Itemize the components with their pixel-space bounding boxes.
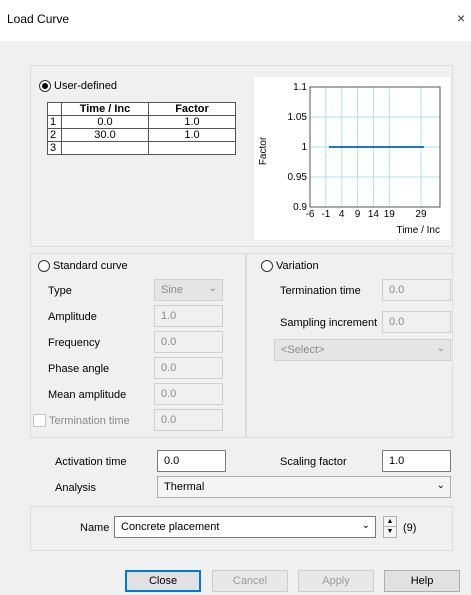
- chevron-down-icon: ⌄: [436, 343, 445, 354]
- load-curve-chart: -6 -1 4 9 14 19 29 0.9 0.95 1 1.05 1.1 Time / Inc F…: [254, 77, 450, 240]
- table-header-factor[interactable]: Factor: [148, 102, 236, 116]
- chevron-down-icon: ⌄: [208, 283, 217, 294]
- frequency-label: Frequency: [48, 337, 100, 349]
- table-cell-factor[interactable]: 1.0: [148, 128, 236, 142]
- name-spinner[interactable]: ▲ ▼: [383, 516, 397, 538]
- termination-label: Termination time: [49, 415, 130, 427]
- y-tick-label: 0.9: [293, 202, 307, 213]
- termination-field[interactable]: 0.0: [154, 409, 223, 431]
- standard-curve-radio[interactable]: [38, 260, 50, 272]
- name-label: Name: [80, 522, 110, 534]
- table-cell-time[interactable]: 0.0: [61, 115, 149, 129]
- table-row[interactable]: 1 0.0 1.0: [47, 115, 236, 129]
- table-header-time[interactable]: Time / Inc: [61, 102, 149, 116]
- scaling-factor-field[interactable]: 1.0: [382, 450, 451, 472]
- variation-radio[interactable]: [261, 260, 273, 272]
- x-tick-label: 4: [339, 209, 345, 220]
- name-select[interactable]: Concrete placement ⌄: [114, 516, 376, 538]
- title-bar: Load Curve ×: [0, 0, 471, 41]
- phase-angle-field[interactable]: 0.0: [154, 357, 223, 379]
- type-value: Sine: [161, 284, 184, 296]
- table-cell-time[interactable]: 30.0: [61, 128, 149, 142]
- load-table: Time / Inc Factor 1 0.0 1.0 2 30.0 1.0 3: [47, 102, 236, 155]
- standard-curve-label: Standard curve: [53, 260, 128, 272]
- y-tick-label: 1.1: [293, 82, 307, 93]
- row-number: 1: [47, 115, 62, 129]
- termination-checkbox[interactable]: [33, 414, 46, 427]
- type-select[interactable]: Sine ⌄: [154, 279, 223, 301]
- y-axis-label: Factor: [258, 136, 269, 165]
- amplitude-field[interactable]: 1.0: [154, 305, 223, 327]
- table-row[interactable]: 3: [47, 141, 236, 155]
- row-number: 3: [47, 141, 62, 155]
- table-cell-factor[interactable]: [148, 141, 236, 155]
- sampling-increment-field[interactable]: 0.0: [382, 311, 451, 333]
- name-value: Concrete placement: [121, 521, 220, 533]
- variation-termination-field[interactable]: 0.0: [382, 279, 451, 301]
- user-defined-label: User-defined: [54, 80, 117, 92]
- activation-time-field[interactable]: 0.0: [157, 450, 226, 472]
- name-count: (9): [403, 522, 417, 534]
- x-tick-label: 9: [355, 209, 361, 220]
- user-defined-radio[interactable]: [39, 80, 51, 92]
- row-number: 2: [47, 128, 62, 142]
- analysis-label: Analysis: [55, 482, 96, 494]
- window-title: Load Curve: [7, 12, 70, 26]
- analysis-value: Thermal: [164, 481, 205, 493]
- x-tick-label: 14: [368, 209, 380, 220]
- chevron-down-icon: ⌄: [436, 480, 445, 491]
- table-row[interactable]: 2 30.0 1.0: [47, 128, 236, 142]
- table-corner: [47, 102, 62, 116]
- x-tick-label: -1: [321, 209, 330, 220]
- y-tick-label: 1: [301, 142, 307, 153]
- y-tick-label: 0.95: [288, 172, 308, 183]
- close-icon[interactable]: ×: [457, 10, 471, 26]
- frequency-field[interactable]: 0.0: [154, 331, 223, 353]
- analysis-select[interactable]: Thermal ⌄: [157, 476, 451, 498]
- chevron-down-icon: ⌄: [361, 520, 370, 531]
- apply-button[interactable]: Apply: [298, 570, 374, 592]
- y-tick-label: 1.05: [288, 112, 308, 123]
- variation-select[interactable]: <Select> ⌄: [274, 339, 451, 361]
- cancel-button[interactable]: Cancel: [212, 570, 288, 592]
- sampling-increment-label: Sampling increment: [280, 317, 378, 329]
- mean-amplitude-field[interactable]: 0.0: [154, 383, 223, 405]
- x-axis-label: Time / Inc: [396, 225, 440, 236]
- close-button[interactable]: Close: [125, 570, 201, 592]
- spin-up-icon[interactable]: ▲: [384, 517, 396, 527]
- chart-svg: -6 -1 4 9 14 19 290.90.9511.051.1 Time / Inc F…: [258, 82, 441, 236]
- phase-angle-label: Phase angle: [48, 363, 110, 375]
- spin-down-icon[interactable]: ▼: [384, 527, 396, 537]
- variation-termination-label: Termination time: [280, 285, 361, 297]
- variation-select-value: <Select>: [281, 344, 325, 356]
- help-button[interactable]: Help: [384, 570, 460, 592]
- table-cell-factor[interactable]: 1.0: [148, 115, 236, 129]
- activation-time-label: Activation time: [55, 456, 127, 468]
- variation-label: Variation: [276, 260, 319, 272]
- type-label: Type: [48, 285, 72, 297]
- table-cell-time[interactable]: [61, 141, 149, 155]
- x-tick-label: 29: [415, 209, 427, 220]
- mean-amplitude-label: Mean amplitude: [48, 389, 127, 401]
- x-tick-label: 19: [384, 209, 396, 220]
- amplitude-label: Amplitude: [48, 311, 97, 323]
- scaling-factor-label: Scaling factor: [280, 456, 347, 468]
